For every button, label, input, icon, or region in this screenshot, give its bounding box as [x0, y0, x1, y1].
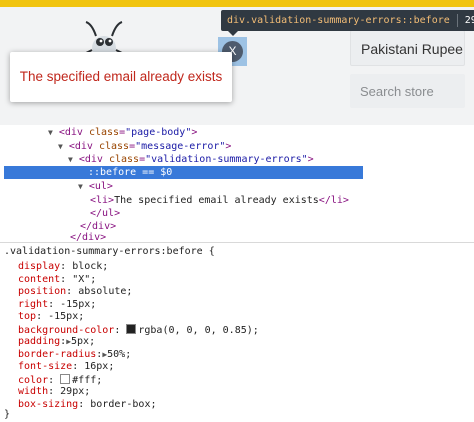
- css-property[interactable]: width: 29px;: [18, 386, 90, 399]
- attr-name: class: [88, 127, 120, 138]
- expand-triangle-icon[interactable]: ▼: [68, 155, 73, 164]
- tag-close: </ul>: [90, 208, 121, 219]
- tag-open: <div: [58, 127, 89, 138]
- attr-value: "validation-summary-errors": [145, 154, 308, 165]
- dom-row-before-selected[interactable]: ::before == $0: [4, 166, 363, 179]
- tag-open: <div: [78, 154, 109, 165]
- tag-open: <div: [68, 141, 99, 152]
- color-swatch-icon[interactable]: [60, 373, 71, 384]
- expand-triangle-icon[interactable]: ▼: [58, 142, 63, 151]
- property-value: -15px;: [60, 298, 97, 310]
- tag-close: >: [225, 141, 232, 152]
- css-property[interactable]: box-sizing: border-box;: [18, 399, 157, 412]
- inspect-tooltip: div.validation-summary-errors::before 29 …: [221, 10, 474, 31]
- selected-pseudo-element: ::before == $0: [88, 167, 173, 178]
- tooltip-selector: div.validation-summary-errors::before: [227, 15, 450, 26]
- property-value: absolute;: [78, 286, 133, 297]
- property-value: 5px;: [71, 336, 96, 347]
- dom-row-li[interactable]: <li>The specified email already exists</…: [90, 194, 349, 208]
- dom-row-page-body[interactable]: ▼ <div class="page-body">: [48, 126, 197, 140]
- webpage-viewport: Pakistani Rupee X div.validation-summary…: [0, 0, 474, 125]
- css-property[interactable]: color: #fff;: [18, 373, 103, 388]
- property-name: background-color: [18, 324, 115, 336]
- css-property[interactable]: font-size: 16px;: [18, 361, 114, 374]
- dom-row-validation-summary[interactable]: ▼ <div class="validation-summary-errors"…: [68, 153, 314, 167]
- property-value: rgba(0, 0, 0, 0.85);: [138, 324, 259, 336]
- error-message-text: The specified email already exists: [19, 69, 223, 84]
- tooltip-arrow: [228, 31, 238, 36]
- attr-name: class: [108, 154, 140, 165]
- property-name: top: [18, 311, 37, 322]
- attr-value: "page-body": [125, 127, 192, 138]
- css-property[interactable]: right: -15px;: [18, 299, 96, 312]
- tag-close: </li>: [318, 195, 349, 206]
- css-property[interactable]: background-color: rgba(0, 0, 0, 0.85);: [18, 323, 259, 338]
- property-value: #fff;: [72, 374, 103, 386]
- property-name: width: [18, 386, 49, 397]
- property-name: display: [18, 261, 61, 272]
- property-name: padding: [18, 336, 61, 347]
- devtools-styles-panel: .validation-summary-errors:before { disp…: [0, 242, 474, 420]
- tag-close: >: [307, 154, 314, 165]
- property-value: 29px;: [60, 386, 91, 397]
- attr-value: "message-error": [135, 141, 226, 152]
- property-value: 50%;: [107, 348, 132, 360]
- property-value: border-box;: [90, 398, 157, 410]
- dom-row-ul[interactable]: ▼ <ul>: [78, 180, 113, 194]
- tag-close: >: [191, 127, 198, 138]
- property-value: block;: [72, 261, 109, 272]
- search-store-input[interactable]: [350, 74, 465, 108]
- error-message-box: The specified email already exists: [10, 52, 232, 102]
- tooltip-size: 29 × 29: [464, 15, 474, 26]
- tooltip-divider: [456, 13, 458, 27]
- css-property[interactable]: top: -15px;: [18, 311, 84, 324]
- attr-name: class: [98, 141, 130, 152]
- property-name: position: [18, 286, 67, 297]
- css-property[interactable]: border-radius:▶50%;: [18, 349, 131, 362]
- expand-triangle-icon[interactable]: ▼: [48, 128, 53, 137]
- dom-row-message-error[interactable]: ▼ <div class="message-error">: [58, 140, 231, 154]
- property-name: color: [18, 374, 49, 386]
- css-rule-selector[interactable]: .validation-summary-errors:before {: [4, 246, 215, 259]
- css-property[interactable]: content: "X";: [18, 274, 96, 287]
- property-name: box-sizing: [18, 398, 79, 410]
- css-property[interactable]: position: absolute;: [18, 286, 132, 299]
- property-value: 16px;: [84, 361, 115, 372]
- css-property[interactable]: padding:▶5px;: [18, 336, 95, 349]
- property-name: font-size: [18, 361, 73, 372]
- currency-selector[interactable]: Pakistani Rupee: [350, 30, 465, 66]
- css-property[interactable]: display: block;: [18, 261, 108, 274]
- tag-open: <li>: [90, 195, 115, 206]
- property-name: border-radius: [18, 348, 97, 360]
- tag-open: <ul>: [88, 181, 113, 192]
- css-rule-close: }: [4, 409, 11, 420]
- property-value: "X";: [72, 273, 97, 285]
- devtools-elements-panel: ▼ <div class="page-body"> ▼ <div class="…: [0, 125, 474, 243]
- dom-row-ul-close[interactable]: </ul>: [90, 207, 120, 221]
- property-name: right: [18, 298, 49, 310]
- property-name: content: [18, 273, 61, 285]
- li-text: The specified email already exists: [114, 195, 319, 206]
- site-top-bar: [0, 0, 474, 7]
- expand-triangle-icon[interactable]: ▼: [78, 182, 83, 191]
- color-swatch-icon[interactable]: [126, 323, 137, 334]
- property-value: -15px;: [48, 311, 85, 322]
